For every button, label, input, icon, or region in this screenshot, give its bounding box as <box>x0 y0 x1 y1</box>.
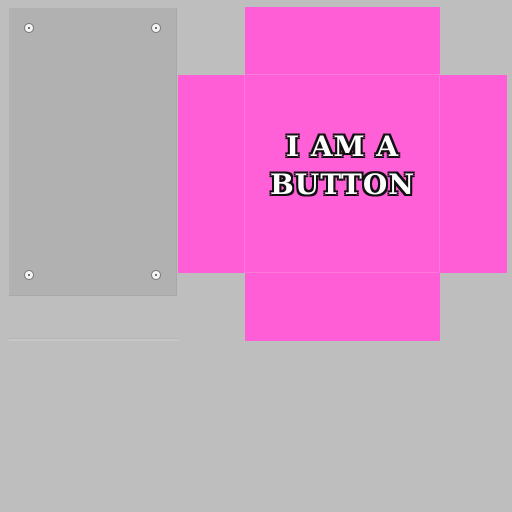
screw-icon <box>24 23 34 33</box>
button-face-right <box>440 75 507 273</box>
button-face-bottom <box>245 273 440 341</box>
screw-icon <box>151 270 161 280</box>
button-label-line1: I AM A <box>285 130 400 163</box>
button-face-top <box>245 7 440 75</box>
screw-icon <box>24 270 34 280</box>
fold-line <box>245 272 440 273</box>
base-plate-texture <box>9 8 177 296</box>
button-label-line2: BUTTON <box>270 168 415 201</box>
panel-seam <box>9 338 179 341</box>
button-label[interactable]: I AM A BUTTON <box>245 128 440 204</box>
fold-line <box>245 74 440 75</box>
screw-icon <box>151 23 161 33</box>
button-face-left <box>178 75 245 273</box>
